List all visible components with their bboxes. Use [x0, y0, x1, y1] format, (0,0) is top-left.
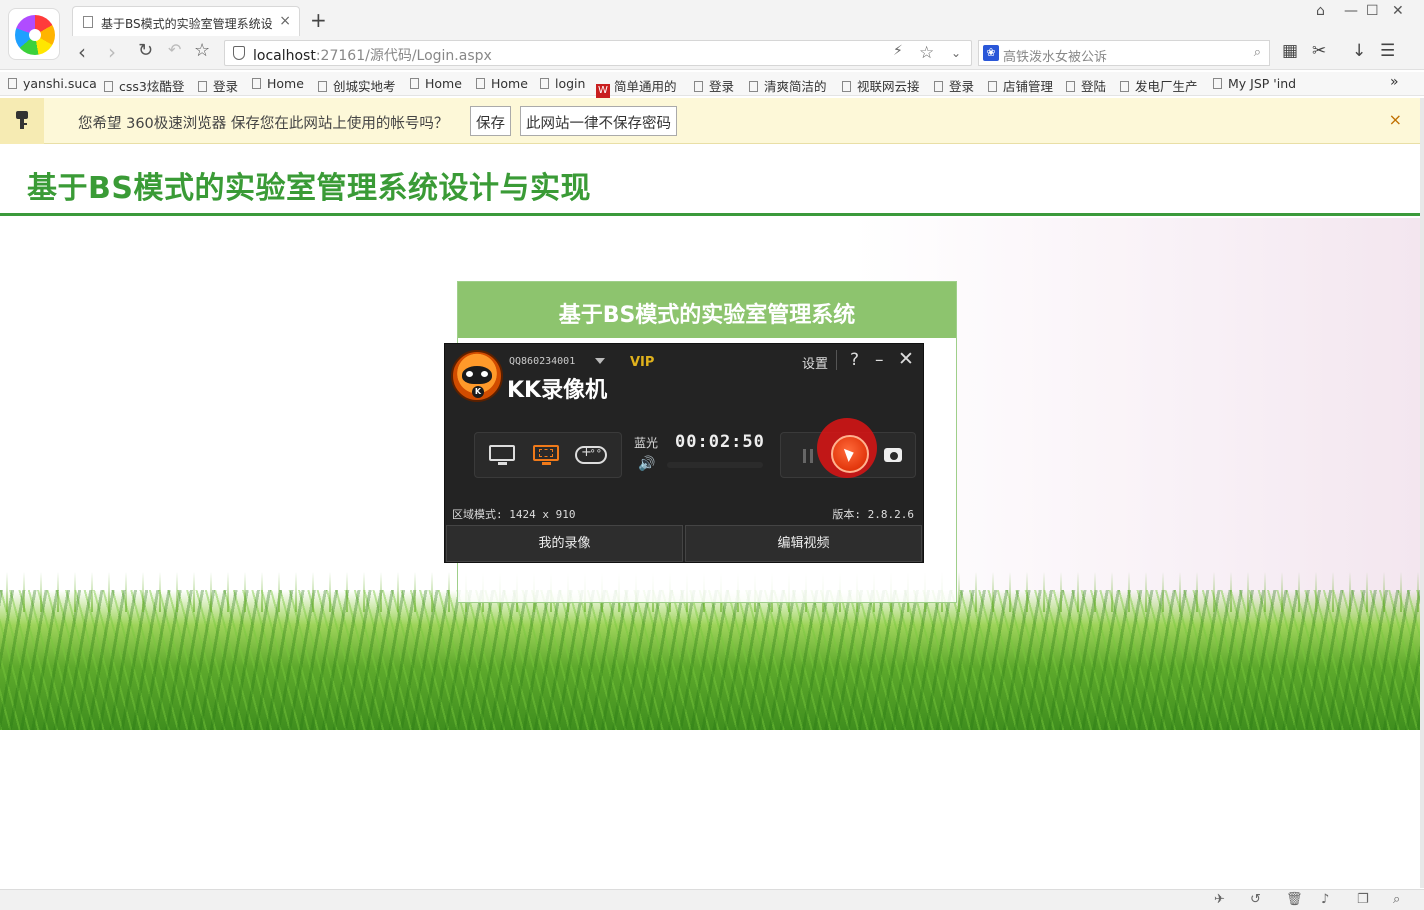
bookmark-item[interactable]: 店铺管理: [988, 76, 1053, 95]
close-window-button[interactable]: ✕: [1392, 3, 1404, 19]
scissors-icon[interactable]: ✂: [1312, 41, 1326, 61]
camera-icon[interactable]: [884, 448, 902, 462]
pause-icon[interactable]: [803, 449, 813, 463]
bookmark-item[interactable]: W 简单通用的: [596, 76, 677, 98]
bookmark-item[interactable]: 登录: [694, 76, 734, 95]
apps-icon[interactable]: ▦: [1282, 41, 1298, 61]
page-header: 基于BS模式的实验室管理系统设计与实现: [0, 145, 1420, 216]
login-panel-title: 基于BS模式的实验室管理系统: [558, 303, 856, 328]
chevron-down-icon[interactable]: [595, 358, 605, 364]
menu-icon[interactable]: ☰: [1380, 41, 1395, 61]
bookmark-item[interactable]: 登陆: [1066, 76, 1106, 95]
favorite-star-button[interactable]: ☆: [194, 40, 210, 61]
bookmark-item[interactable]: 创城实地考: [318, 76, 396, 95]
lightning-icon[interactable]: ⚡: [893, 43, 903, 59]
bookmarks-more-button[interactable]: »: [1390, 74, 1399, 90]
minimize-button[interactable]: –: [875, 350, 884, 370]
bookmark-item[interactable]: yanshi.suca: [8, 76, 97, 91]
forward-button[interactable]: ›: [108, 40, 116, 64]
never-save-button[interactable]: 此网站一律不保存密码: [520, 106, 677, 136]
save-password-bar: 您希望 360极速浏览器 保存您在此网站上使用的帐号吗？ 保存 此网站一律不保存…: [0, 98, 1424, 144]
download-icon[interactable]: ↓: [1352, 41, 1366, 61]
capture-mode-group: [474, 432, 622, 478]
record-controls: [780, 418, 916, 478]
status-bar: ✈ ↺ 🗑 ♪ ❐ ⌕: [0, 889, 1424, 910]
window-icon[interactable]: ❐: [1357, 892, 1369, 907]
scrollbar[interactable]: [1420, 98, 1424, 888]
settings-button[interactable]: 设置: [802, 353, 828, 372]
bookmarks-bar: yanshi.suca css3炫酷登 登录 Home 创城实地考 Home H…: [0, 72, 1424, 98]
address-bar[interactable]: localhost:27161/源代码/Login.aspx ⚡ ☆ ⌄: [224, 40, 972, 66]
login-panel-header: 基于BS模式的实验室管理系统: [458, 282, 956, 338]
url-text: localhost:27161/源代码/Login.aspx: [253, 48, 492, 64]
bookmark-item[interactable]: Home: [476, 76, 528, 91]
shield-icon: [233, 46, 245, 60]
tab-active[interactable]: 基于BS模式的实验室管理系统设 ×: [72, 6, 300, 36]
navigation-bar: ‹ › ↻ ↶ ☆ localhost:27161/源代码/Login.aspx…: [70, 38, 1424, 68]
minimize-window-button[interactable]: —: [1344, 3, 1358, 19]
refresh-icon[interactable]: ↺: [1250, 892, 1261, 907]
maximize-window-button[interactable]: ☐: [1366, 3, 1379, 19]
search-icon[interactable]: ⌕: [1254, 45, 1261, 60]
speaker-icon[interactable]: ♪: [1321, 892, 1329, 907]
divider: [836, 350, 837, 370]
vip-badge[interactable]: VIP: [630, 355, 654, 370]
kk-logo-icon: K: [451, 350, 503, 402]
trash-icon[interactable]: 🗑: [1286, 892, 1303, 907]
search-box[interactable]: ❀ 高铁泼水女被公诉 ⌕: [978, 40, 1270, 66]
kk-recorder-window: K QQ860234001 VIP KK录像机 设置 ? – ✕ 蓝光 🔊 00…: [444, 343, 924, 563]
undo-close-tab-button[interactable]: ↶: [168, 40, 181, 59]
page-title: 基于BS模式的实验室管理系统设计与实现: [27, 171, 591, 206]
edit-video-button[interactable]: 编辑视频: [685, 525, 922, 562]
help-button[interactable]: ?: [850, 350, 859, 370]
region-mode-icon[interactable]: [533, 443, 561, 465]
back-button[interactable]: ‹: [78, 40, 86, 64]
quality-selector[interactable]: 蓝光: [634, 434, 658, 451]
bookmark-item[interactable]: Home: [410, 76, 462, 91]
bookmark-item[interactable]: 登录: [934, 76, 974, 95]
close-button[interactable]: ✕: [898, 348, 914, 370]
chevron-down-icon[interactable]: ⌄: [951, 46, 961, 60]
bookmark-item[interactable]: 发电厂生产: [1120, 76, 1198, 95]
bookmark-item[interactable]: 清爽简洁的: [749, 76, 827, 95]
page-icon: [83, 16, 93, 28]
new-tab-button[interactable]: +: [310, 8, 327, 32]
skin-icon[interactable]: ⌂: [1316, 3, 1325, 19]
grass-image: [0, 572, 1420, 730]
save-password-message: 您希望 360极速浏览器 保存您在此网站上使用的帐号吗？: [78, 116, 449, 132]
my-recordings-button[interactable]: 我的录像: [446, 525, 683, 562]
recording-timer: 00:02:50: [675, 432, 765, 452]
key-icon: [0, 98, 44, 144]
reload-button[interactable]: ↻: [138, 40, 153, 61]
browser-chrome: 基于BS模式的实验室管理系统设 × + ⌂ — ☐ ✕ ‹ › ↻ ↶ ☆ lo…: [0, 0, 1424, 70]
version-label: 版本: 2.8.2.6: [832, 508, 914, 521]
baidu-icon: ❀: [983, 45, 999, 61]
pin-icon[interactable]: ✈: [1214, 892, 1225, 907]
tab-close-icon[interactable]: ×: [279, 13, 291, 29]
bookmark-star-icon[interactable]: ☆: [919, 43, 934, 63]
browser-logo-icon: [15, 15, 55, 55]
bookmark-item[interactable]: css3炫酷登: [104, 76, 184, 95]
bookmark-item[interactable]: 登录: [198, 76, 238, 95]
account-label[interactable]: QQ860234001: [509, 356, 575, 367]
volume-meter: [667, 462, 763, 468]
recorder-brand: KK录像机: [507, 378, 608, 403]
bookmark-item[interactable]: 视联网云接: [842, 76, 920, 95]
bookmark-item[interactable]: login: [540, 76, 585, 91]
region-info: 区域模式: 1424 x 910: [452, 508, 576, 521]
tab-title: 基于BS模式的实验室管理系统设: [101, 17, 273, 31]
fullscreen-mode-icon[interactable]: [489, 443, 517, 465]
volume-icon[interactable]: 🔊: [638, 456, 655, 472]
save-password-button[interactable]: 保存: [470, 106, 511, 136]
search-input[interactable]: 高铁泼水女被公诉: [1003, 46, 1107, 65]
browser-logo[interactable]: [8, 8, 60, 60]
bookmark-item[interactable]: Home: [252, 76, 304, 91]
game-mode-icon[interactable]: [575, 443, 607, 465]
close-icon[interactable]: ×: [1389, 110, 1402, 129]
bookmark-item[interactable]: My JSP 'ind: [1213, 76, 1296, 91]
zoom-icon[interactable]: ⌕: [1393, 892, 1400, 907]
page-footer-area: [0, 730, 1420, 888]
